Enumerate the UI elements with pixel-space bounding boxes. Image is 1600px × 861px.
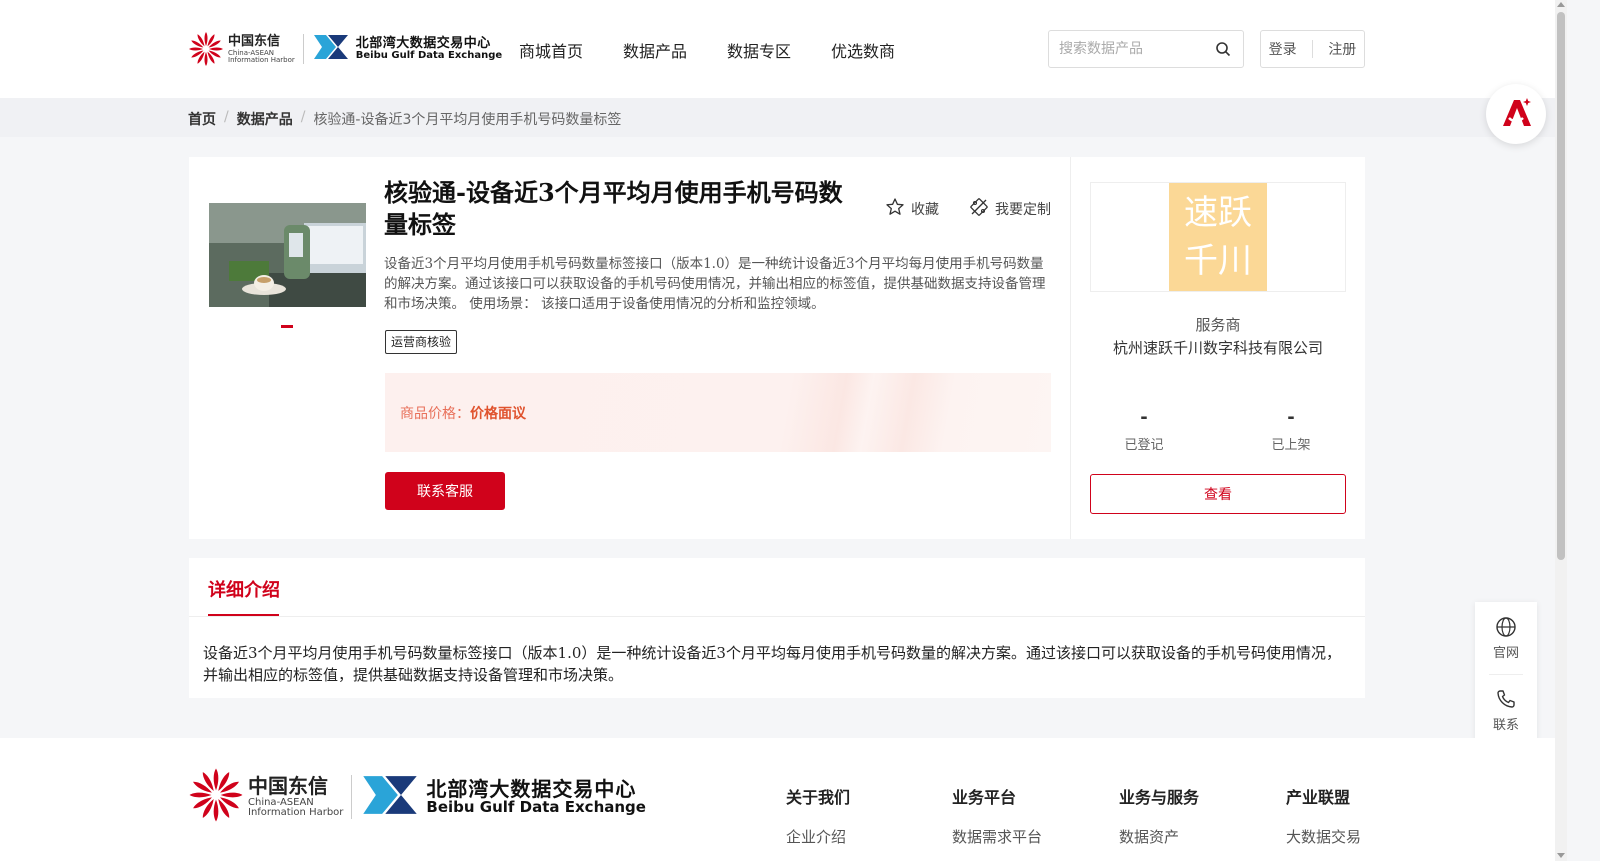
breadcrumb-current: 核验通-设备近3个月平均月使用手机号码数量标签	[313, 112, 622, 128]
search-icon[interactable]	[1215, 41, 1231, 57]
search-box	[1048, 30, 1244, 68]
logo-ct-cn: 中国东信	[228, 33, 281, 49]
footer-link[interactable]: 数据资产	[1119, 826, 1199, 847]
footer-beibu-gulf-logo-icon	[360, 773, 420, 821]
main-nav: 商城首页 数据产品 数据专区 优选数商	[519, 38, 895, 62]
login-link[interactable]: 登录	[1269, 39, 1297, 59]
footer-col-about: 关于我们 企业介绍	[786, 784, 850, 847]
nav-data-products[interactable]: 数据产品	[623, 38, 687, 62]
registered-count: -	[1140, 407, 1148, 428]
ai-assistant-button[interactable]	[1486, 84, 1546, 144]
logo-ct-en2: Information Harbor	[228, 55, 295, 64]
nav-mall-home[interactable]: 商城首页	[519, 38, 583, 62]
customize-icon	[969, 197, 989, 221]
provider-label: 服务商	[1195, 316, 1241, 334]
footer-logo-ct-en2: Information Harbor	[248, 807, 344, 818]
provider-logo[interactable]: 速跃 千川	[1090, 182, 1346, 292]
footer-heading: 业务与服务	[1119, 788, 1200, 807]
favorite-button[interactable]: 收藏	[885, 197, 939, 221]
footer-col-platform: 业务平台 数据需求平台	[952, 784, 1042, 847]
customize-button[interactable]: 我要定制	[969, 197, 1051, 221]
logo-bg-cn: 北部湾大数据交易中心	[355, 35, 491, 51]
footer-link[interactable]: 数据需求平台	[952, 826, 1042, 847]
contact-service-button[interactable]: 联系客服	[385, 472, 505, 510]
beibu-gulf-logo-icon	[312, 33, 350, 65]
listed-label: 已上架	[1271, 438, 1311, 453]
contact-button[interactable]: 联系	[1475, 688, 1537, 733]
scroll-up-icon[interactable]	[1557, 2, 1565, 7]
product-card: 核验通-设备近3个月平均月使用手机号码数量标签 收藏 我要定制 设备近3个月平均…	[189, 157, 1365, 539]
breadcrumb: 首页 / 数据产品 / 核验通-设备近3个月平均月使用手机号码数量标签	[188, 109, 622, 129]
product-image[interactable]	[209, 203, 366, 307]
view-provider-button[interactable]: 查看	[1090, 474, 1346, 514]
footer-logo-bg-cn: 北部湾大数据交易中心	[426, 776, 637, 801]
search-input[interactable]	[1059, 32, 1219, 66]
footer-col-alliance: 产业联盟 大数据交易	[1286, 784, 1361, 847]
footer-col-services: 业务与服务 数据资产	[1119, 784, 1199, 847]
breadcrumb-home[interactable]: 首页	[188, 109, 216, 129]
listed-count: -	[1287, 407, 1295, 428]
price-label: 商品价格：	[400, 406, 470, 422]
footer-heading: 关于我们	[786, 788, 851, 807]
register-link[interactable]: 注册	[1328, 39, 1356, 59]
detail-text: 设备近3个月平均月使用手机号码数量标签接口（版本1.0）是一种统计设备近3个月平…	[203, 644, 1341, 684]
provider-logo-line2: 千川	[1184, 241, 1252, 281]
active-tab-indicator	[208, 614, 279, 616]
scroll-down-icon[interactable]	[1557, 853, 1565, 858]
contact-label: 联系	[1492, 718, 1519, 733]
globe-icon	[1495, 617, 1517, 642]
tab-detail-intro[interactable]: 详细介绍	[208, 576, 280, 602]
breadcrumb-bar: 首页 / 数据产品 / 核验通-设备近3个月平均月使用手机号码数量标签	[0, 98, 1555, 137]
page-scrollbar[interactable]	[1555, 0, 1567, 861]
footer-logo-bg-en: Beibu Gulf Data Exchange	[426, 797, 646, 816]
price-value: 价格面议	[470, 406, 526, 422]
price-box: 商品价格：价格面议	[385, 373, 1051, 452]
nav-data-zone[interactable]: 数据专区	[727, 38, 791, 62]
footer-logo-ct-cn: 中国东信	[248, 774, 328, 798]
provider-logo-line1: 速跃	[1184, 193, 1252, 233]
breadcrumb-data-products[interactable]: 数据产品	[237, 109, 293, 129]
product-title: 核验通-设备近3个月平均月使用手机号码数量标签	[384, 178, 843, 239]
nav-preferred-vendors[interactable]: 优选数商	[831, 38, 895, 62]
footer-heading: 业务平台	[952, 788, 1017, 807]
site-footer: 中国东信 China-ASEAN Information Harbor 北部湾大…	[0, 738, 1555, 861]
footer-link[interactable]: 企业介绍	[786, 826, 850, 847]
footer-logo[interactable]: 中国东信 China-ASEAN Information Harbor 北部湾大…	[188, 768, 646, 822]
category-tag: 运营商核验	[385, 330, 458, 354]
favorite-label: 收藏	[911, 202, 939, 218]
price-info: 商品价格：价格面议	[400, 403, 526, 423]
stat-listed: - 已上架	[1251, 407, 1331, 453]
product-description: 设备近3个月平均月使用手机号码数量标签接口（版本1.0）是一种统计设备近3个月平…	[384, 256, 1046, 312]
site-logo[interactable]: 中国东信 China-ASEAN Information Harbor 北部湾大…	[188, 28, 502, 70]
image-indicator[interactable]	[281, 325, 293, 328]
phone-icon	[1495, 690, 1517, 714]
logo-bg-en: Beibu Gulf Data Exchange	[355, 49, 503, 61]
registered-label: 已登记	[1124, 438, 1164, 453]
scrollbar-thumb[interactable]	[1557, 12, 1565, 560]
website-label: 官网	[1492, 646, 1519, 661]
site-header: 中国东信 China-ASEAN Information Harbor 北部湾大…	[0, 0, 1555, 98]
provider-name: 杭州速跃千川数字科技有限公司	[1112, 339, 1323, 357]
detail-section: 详细介绍 设备近3个月平均月使用手机号码数量标签接口（版本1.0）是一种统计设备…	[189, 558, 1365, 698]
stat-registered: - 已登记	[1104, 407, 1184, 453]
footer-china-telecom-logo-icon	[188, 767, 244, 827]
china-telecom-logo-icon	[188, 31, 224, 67]
footer-heading: 产业联盟	[1286, 788, 1351, 807]
ai-assistant-icon	[1499, 96, 1533, 132]
footer-link[interactable]: 大数据交易	[1286, 826, 1361, 847]
star-icon	[885, 197, 905, 221]
auth-box: 登录 注册	[1260, 30, 1365, 68]
website-button[interactable]: 官网	[1475, 616, 1537, 661]
side-toolbar: 官网 联系	[1475, 602, 1537, 744]
customize-label: 我要定制	[995, 202, 1051, 218]
